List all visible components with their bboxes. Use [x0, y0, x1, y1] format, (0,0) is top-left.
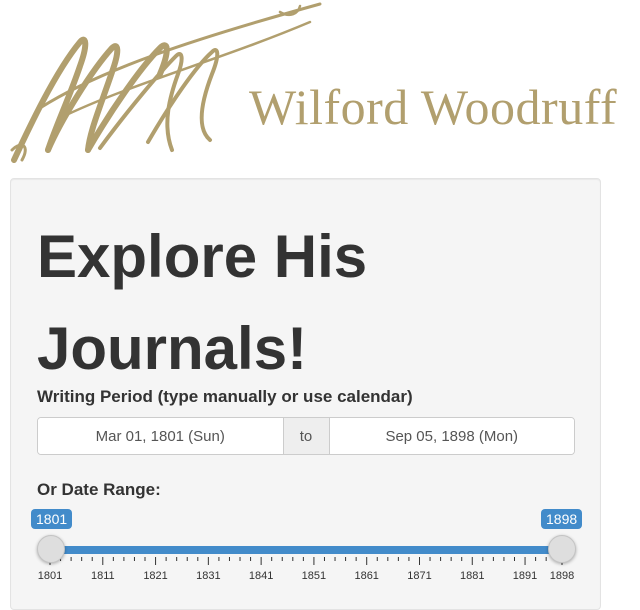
slider-tick-label: 1811 [91, 570, 115, 582]
slider-from-handle[interactable] [37, 535, 65, 563]
page-title: Explore His Journals! [37, 223, 368, 382]
slider-tick-label: 1891 [513, 570, 537, 582]
slider-tick-label: 1851 [302, 570, 326, 582]
filter-panel: Explore His Journals! Writing Period (ty… [10, 178, 601, 610]
date-range-label: Or Date Range: [37, 480, 161, 499]
start-date-input[interactable] [38, 418, 283, 454]
slider-tick-label: 1871 [407, 570, 431, 582]
writing-period-input-group: to [37, 417, 575, 455]
slider-from-value: 1801 [31, 509, 73, 529]
brand-name: Wilford Woodruff [249, 79, 618, 135]
end-date-input[interactable] [329, 418, 574, 454]
slider-to-handle[interactable] [548, 535, 576, 563]
slider-tick-label: 1821 [143, 570, 167, 582]
slider-tick-label: 1801 [38, 570, 62, 582]
year-range-slider[interactable]: 1801 1811 1821 1831 1841 1851 1861 1871 1881 1891… [31, 509, 583, 589]
slider-tick-label: 1831 [196, 570, 220, 582]
site-header: Wilford Woodruff [0, 0, 640, 170]
slider-tick-label: 1861 [354, 570, 378, 582]
writing-period-label: Writing Period (type manually or use cal… [37, 387, 413, 406]
slider-tick-label: 1841 [249, 570, 273, 582]
slider-to-value: 1898 [541, 509, 583, 529]
date-separator: to [282, 418, 330, 454]
slider-ticks: 1801 1811 1821 1831 1841 1851 1861 1871 1881 1891… [38, 557, 574, 582]
slider-tick-label: 1881 [460, 570, 484, 582]
slider-tick-label: 1898 [550, 570, 574, 582]
